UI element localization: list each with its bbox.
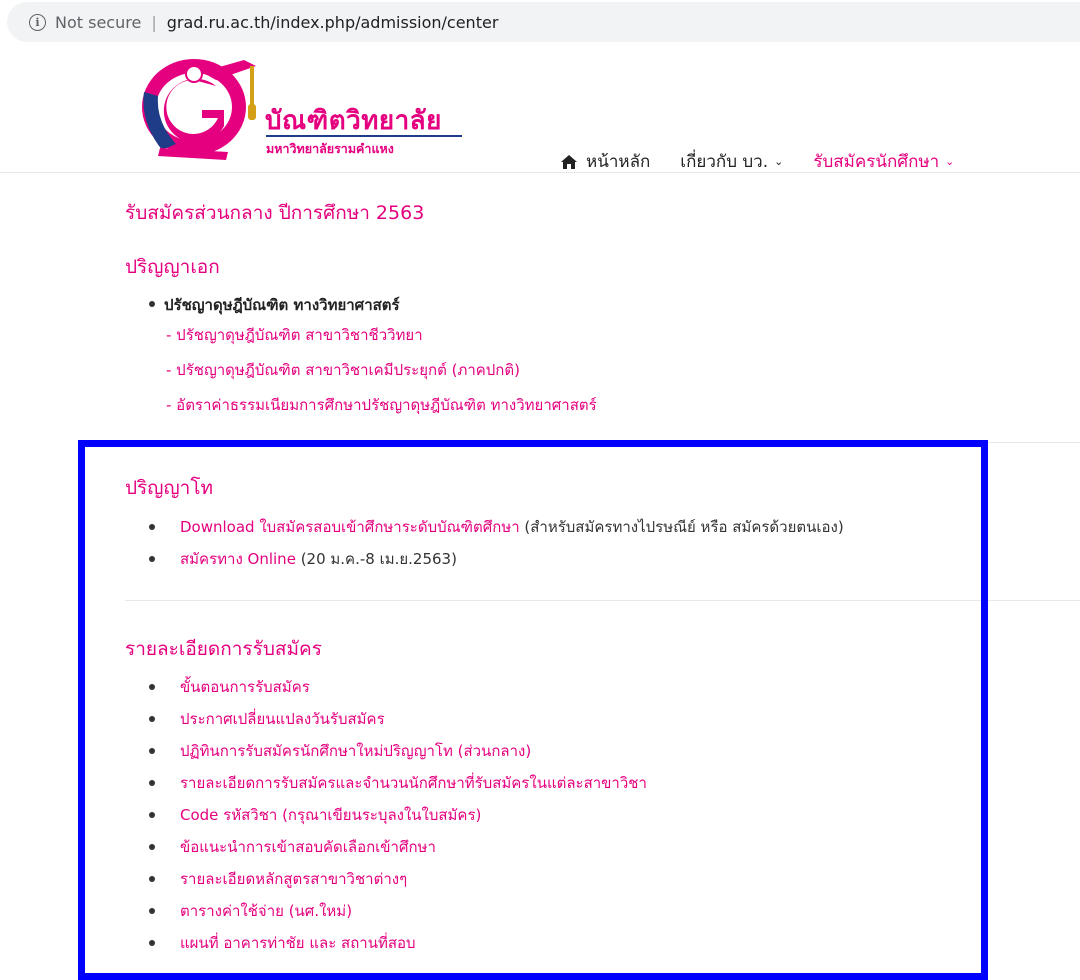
doctoral-group-label: ปรัชญาดุษฎีบัณฑิต ทางวิทยาศาสตร์ <box>164 296 400 314</box>
doctoral-heading: ปริญญาเอก <box>125 256 220 278</box>
highlight-box <box>78 440 988 980</box>
doctoral-link-biology[interactable]: - ปรัชญาดุษฎีบัณฑิต สาขาวิชาชีววิทยา <box>166 323 423 347</box>
page-title: รับสมัครส่วนกลาง ปีการศึกษา 2563 <box>125 202 425 224</box>
doctoral-link-fees[interactable]: - อัตราค่าธรรมเนียมการศึกษาปรัชญาดุษฎีบั… <box>166 393 597 417</box>
bullet <box>149 301 155 307</box>
doctoral-link-chemistry[interactable]: - ปรัชญาดุษฎีบัณฑิต สาขาวิชาเคมีประยุกต์… <box>166 358 520 382</box>
